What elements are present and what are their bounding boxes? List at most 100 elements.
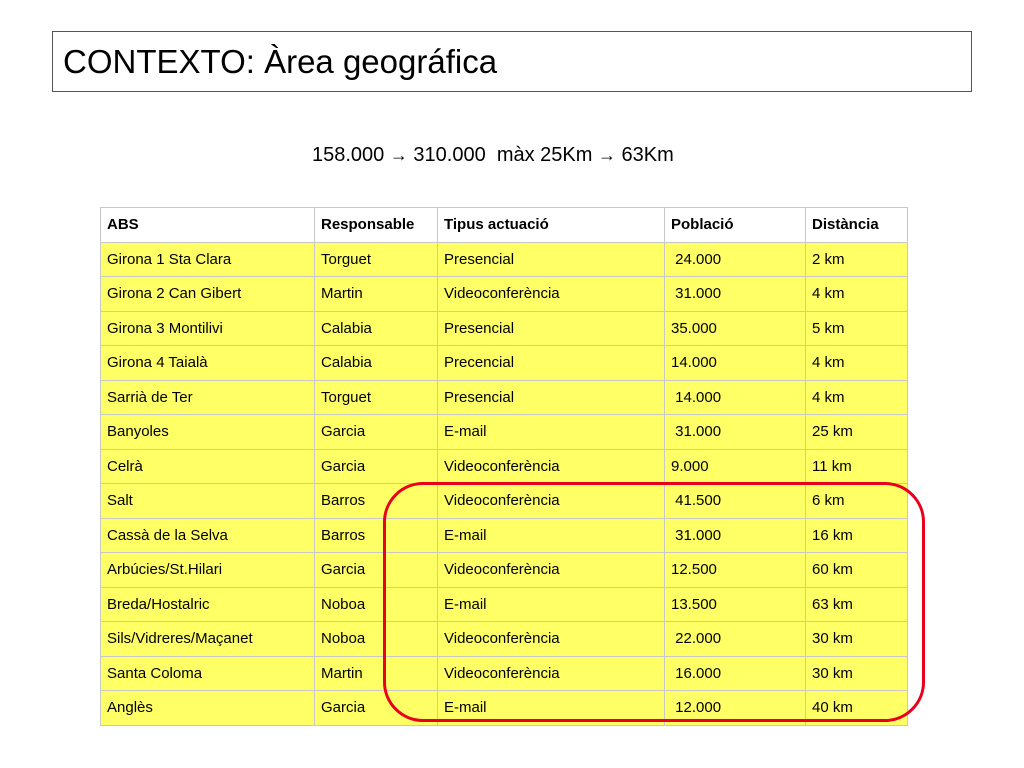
table-row: Arbúcies/St.Hilari Garcia Videoconferència… — [100, 552, 908, 588]
table-row: Santa Coloma Martin Videoconferència 16.00… — [100, 655, 908, 691]
cell-distancia: 60 km — [805, 552, 908, 588]
cell-poblacio: 31.000 — [664, 276, 806, 312]
cell-tipus-actuacio: Videoconferència — [437, 483, 665, 519]
header-abs: ABS — [100, 207, 315, 243]
table-row: Girona 4 Taialà Calabia Precencial 14.000 4 … — [100, 345, 908, 381]
cell-abs: Salt — [100, 483, 315, 519]
cell-distancia: 4 km — [805, 276, 908, 312]
table-row: Salt Barros Videoconferència 41.500 6 km — [100, 483, 908, 519]
cell-poblacio: 12.500 — [664, 552, 806, 588]
table-header-row: ABS Responsable Tipus actuació Població … — [100, 207, 908, 243]
cell-poblacio: 31.000 — [664, 414, 806, 450]
cell-abs: Santa Coloma — [100, 655, 315, 691]
cell-distancia: 4 km — [805, 345, 908, 381]
arrow-right-icon: → — [597, 145, 616, 165]
cell-distancia: 30 km — [805, 621, 908, 657]
table-row: Breda/Hostalric Noboa E-mail 13.500 63 km — [100, 586, 908, 622]
cell-responsable: Barros — [314, 483, 438, 519]
header-distancia: Distància — [805, 207, 908, 243]
header-tipus-actuacio: Tipus actuació — [437, 207, 665, 243]
cell-tipus-actuacio: Precencial — [437, 345, 665, 381]
table-row: Sarrià de Ter Torguet Presencial 14.000 4 k… — [100, 379, 908, 415]
cell-responsable: Noboa — [314, 586, 438, 622]
cell-tipus-actuacio: E-mail — [437, 517, 665, 553]
arrow-right-icon: → — [389, 145, 408, 165]
table-row: Girona 2 Can Gibert Martin Videoconferènci… — [100, 276, 908, 312]
header-responsable: Responsable — [314, 207, 438, 243]
cell-abs: Banyoles — [100, 414, 315, 450]
cell-responsable: Torguet — [314, 241, 438, 277]
cell-distancia: 30 km — [805, 655, 908, 691]
cell-poblacio: 24.000 — [664, 241, 806, 277]
cell-distancia: 6 km — [805, 483, 908, 519]
cell-responsable: Garcia — [314, 690, 438, 726]
cell-poblacio: 9.000 — [664, 448, 806, 484]
cell-distancia: 16 km — [805, 517, 908, 553]
cell-abs: Breda/Hostalric — [100, 586, 315, 622]
subtitle-part-3: 63Km — [615, 144, 674, 166]
cell-abs: Girona 4 Taialà — [100, 345, 315, 381]
cell-responsable: Calabia — [314, 345, 438, 381]
cell-poblacio: 14.000 — [664, 379, 806, 415]
cell-poblacio: 31.000 — [664, 517, 806, 553]
table-body: Girona 1 Sta Clara Torguet Presencial 24.0… — [100, 241, 908, 726]
cell-tipus-actuacio: Presencial — [437, 241, 665, 277]
cell-abs: Girona 1 Sta Clara — [100, 241, 315, 277]
cell-tipus-actuacio: Videoconferència — [437, 552, 665, 588]
cell-responsable: Calabia — [314, 310, 438, 346]
cell-distancia: 5 km — [805, 310, 908, 346]
cell-tipus-actuacio: Videoconferència — [437, 621, 665, 657]
table-row: Sils/Vidreres/Maçanet Noboa Videoconferènc… — [100, 621, 908, 657]
subtitle-part-2: 310.000 màx 25Km — [407, 144, 598, 166]
abs-table: ABS Responsable Tipus actuació Població … — [100, 207, 908, 726]
cell-abs: Cassà de la Selva — [100, 517, 315, 553]
cell-distancia: 63 km — [805, 586, 908, 622]
table-row: Girona 1 Sta Clara Torguet Presencial 24.0… — [100, 241, 908, 277]
cell-abs: Celrà — [100, 448, 315, 484]
table-row: Cassà de la Selva Barros E-mail 31.000 16 k… — [100, 517, 908, 553]
cell-distancia: 11 km — [805, 448, 908, 484]
cell-distancia: 40 km — [805, 690, 908, 726]
table-row: Banyoles Garcia E-mail 31.000 25 km — [100, 414, 908, 450]
cell-abs: Arbúcies/St.Hilari — [100, 552, 315, 588]
cell-tipus-actuacio: E-mail — [437, 414, 665, 450]
cell-poblacio: 16.000 — [664, 655, 806, 691]
cell-poblacio: 14.000 — [664, 345, 806, 381]
cell-tipus-actuacio: Videoconferència — [437, 655, 665, 691]
header-poblacio: Població — [664, 207, 806, 243]
cell-tipus-actuacio: Presencial — [437, 379, 665, 415]
cell-poblacio: 12.000 — [664, 690, 806, 726]
cell-tipus-actuacio: Videoconferència — [437, 276, 665, 312]
cell-abs: Girona 2 Can Gibert — [100, 276, 315, 312]
cell-tipus-actuacio: E-mail — [437, 690, 665, 726]
cell-tipus-actuacio: Videoconferència — [437, 448, 665, 484]
cell-responsable: Garcia — [314, 414, 438, 450]
cell-tipus-actuacio: E-mail — [437, 586, 665, 622]
cell-tipus-actuacio: Presencial — [437, 310, 665, 346]
cell-abs: Anglès — [100, 690, 315, 726]
slide-title: CONTEXTO: Àrea geográfica — [52, 31, 972, 92]
cell-poblacio: 22.000 — [664, 621, 806, 657]
cell-poblacio: 41.500 — [664, 483, 806, 519]
slide-subtitle: 158.000 → 310.000 màx 25Km → 63Km — [312, 144, 674, 167]
slide-title-text: CONTEXTO: Àrea geográfica — [63, 42, 498, 80]
cell-responsable: Martin — [314, 655, 438, 691]
cell-poblacio: 35.000 — [664, 310, 806, 346]
cell-responsable: Martin — [314, 276, 438, 312]
cell-distancia: 2 km — [805, 241, 908, 277]
cell-distancia: 4 km — [805, 379, 908, 415]
table-row: Girona 3 Montilivi Calabia Presencial 35.00… — [100, 310, 908, 346]
cell-abs: Sarrià de Ter — [100, 379, 315, 415]
cell-abs: Sils/Vidreres/Maçanet — [100, 621, 315, 657]
cell-responsable: Noboa — [314, 621, 438, 657]
cell-responsable: Garcia — [314, 448, 438, 484]
cell-poblacio: 13.500 — [664, 586, 806, 622]
table-row: Anglès Garcia E-mail 12.000 40 km — [100, 690, 908, 726]
table-row: Celrà Garcia Videoconferència 9.000 11 km — [100, 448, 908, 484]
subtitle-part-1: 158.000 — [312, 144, 390, 166]
cell-responsable: Garcia — [314, 552, 438, 588]
cell-responsable: Barros — [314, 517, 438, 553]
cell-distancia: 25 km — [805, 414, 908, 450]
cell-responsable: Torguet — [314, 379, 438, 415]
cell-abs: Girona 3 Montilivi — [100, 310, 315, 346]
